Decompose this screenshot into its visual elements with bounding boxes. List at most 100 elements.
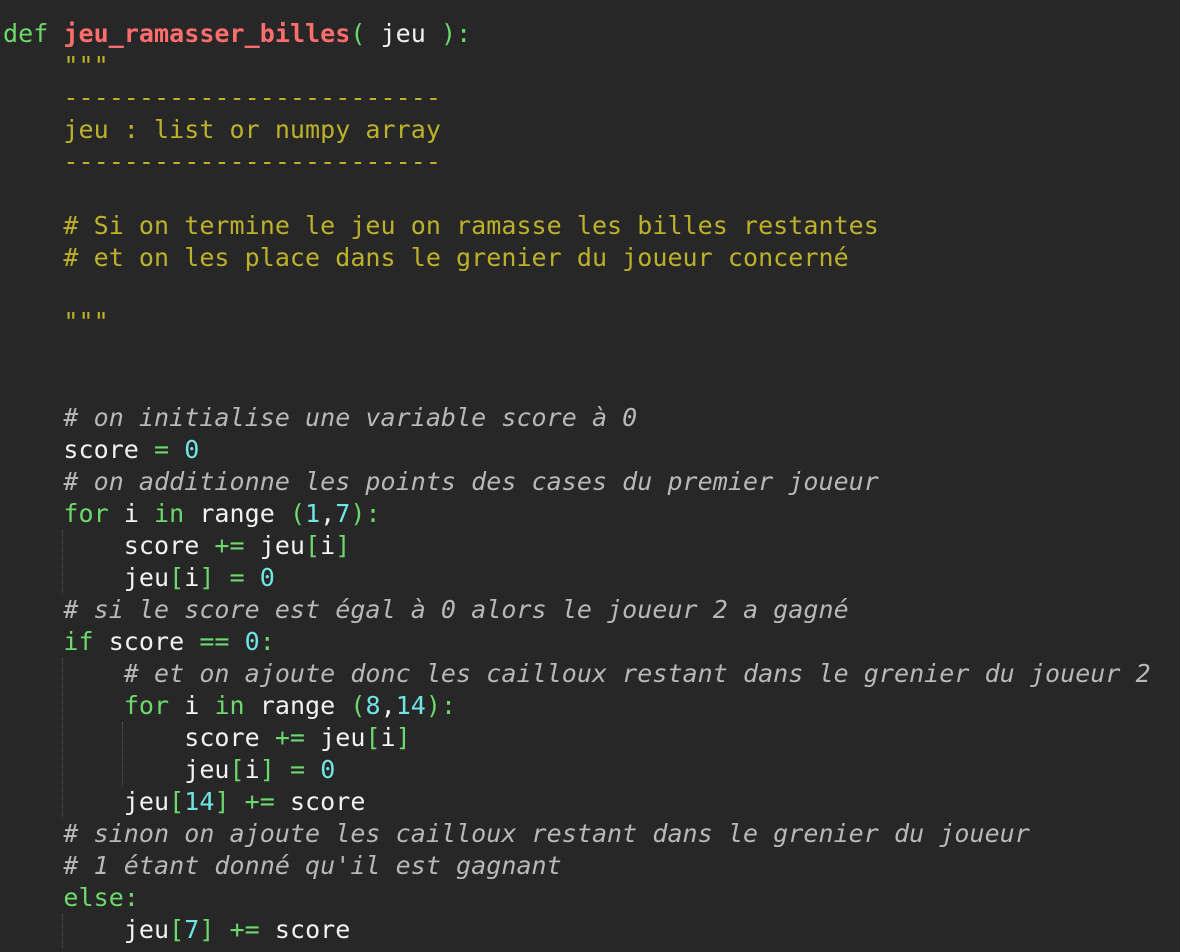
code-line[interactable]: # si le score est égal à 0 alors le joue… [3, 594, 849, 626]
code-token-bracket: ] [259, 755, 275, 784]
code-token-text: range [244, 691, 351, 720]
code-token-bracket: [ [365, 723, 381, 752]
code-token-number: 0 [184, 435, 200, 464]
code-token-keyword: = [154, 435, 170, 464]
code-token-bracket: [ [169, 915, 185, 944]
code-line[interactable]: # on initialise une variable score à 0 [3, 402, 637, 434]
code-token-text: , [320, 499, 336, 528]
code-line[interactable]: # 1 étant donné qu'il est gagnant [3, 850, 562, 882]
code-token-number: 14 [395, 691, 426, 720]
code-token-keyword: = [229, 563, 245, 592]
code-token-bracket: [ [305, 531, 321, 560]
code-token-text: i [169, 691, 215, 720]
code-line[interactable]: jeu[i] = 0 [3, 562, 275, 594]
code-token-number: 7 [184, 915, 200, 944]
code-token-keyword: for [123, 691, 170, 720]
code-token-text: score [3, 723, 275, 752]
code-token-text: jeu [3, 787, 170, 816]
code-token-number: 1 [305, 499, 321, 528]
code-line[interactable]: jeu[7] += score [3, 914, 351, 946]
code-token-bracket: ): [425, 691, 457, 720]
code-line[interactable]: # et on les place dans le grenier du jou… [3, 242, 849, 274]
code-token-docstring: ------------------------- [3, 83, 441, 112]
code-line[interactable]: score += jeu[i] [3, 530, 351, 562]
code-token-text: jeu [3, 915, 170, 944]
code-token-text: jeu [3, 563, 170, 592]
code-line[interactable]: ------------------------- [3, 82, 441, 114]
indent-guide [62, 658, 63, 818]
code-token-bracket: [ [229, 755, 245, 784]
code-token-bracket: : [259, 627, 275, 656]
code-token-bracket: ] [335, 531, 351, 560]
code-token-comment: # on additionne les points des cases du … [3, 467, 879, 496]
code-token-keyword: += [274, 723, 306, 752]
code-line[interactable]: # et on ajoute donc les cailloux restant… [3, 658, 1151, 690]
code-token-number: 0 [259, 563, 275, 592]
code-token-bracket: ( [350, 19, 366, 48]
code-token-bracket: ( [350, 691, 366, 720]
code-line[interactable]: """ [3, 50, 109, 82]
code-token-bracket: ): [350, 499, 381, 528]
code-token-text: score [3, 435, 155, 464]
code-token-text: jeu [3, 755, 230, 784]
code-token-bracket: : [123, 883, 139, 912]
code-token-keyword: == [199, 627, 230, 656]
code-line[interactable]: """ [3, 306, 109, 338]
code-line[interactable]: for i in range (1,7): [3, 498, 381, 530]
code-line[interactable]: # Si on termine le jeu on ramasse les bi… [3, 210, 879, 242]
code-line[interactable]: ------------------------- [3, 146, 441, 178]
code-token-keyword: else [63, 883, 124, 912]
code-token-docstring: # et on les place dans le grenier du jou… [3, 243, 849, 272]
code-token-docstring: jeu : list or numpy array [3, 115, 441, 144]
code-line[interactable]: score += jeu[i] [3, 722, 411, 754]
code-line[interactable]: else: [3, 882, 139, 914]
code-token-text: score [3, 531, 215, 560]
code-token-text: range [184, 499, 290, 528]
code-line[interactable]: jeu : list or numpy array [3, 114, 441, 146]
code-line[interactable]: def jeu_ramasser_billes( jeu ): [3, 18, 471, 50]
code-line[interactable]: # on additionne les points des cases du … [3, 466, 879, 498]
code-editor[interactable]: def jeu_ramasser_billes( jeu ): """ ----… [0, 0, 1180, 952]
indent-guide [62, 530, 63, 594]
code-token-keyword: in [154, 499, 185, 528]
code-token-text: score [259, 915, 351, 944]
code-line[interactable]: if score == 0: [3, 626, 275, 658]
code-token-keyword: if [63, 627, 94, 656]
code-token-function-name: jeu_ramasser_billes [63, 19, 351, 48]
code-token-comment: # si le score est égal à 0 alors le joue… [3, 595, 849, 624]
code-token-text: score [274, 787, 366, 816]
code-line[interactable]: for i in range (8,14): [3, 690, 456, 722]
code-line[interactable]: # sinon on ajoute les cailloux restant d… [3, 818, 1030, 850]
code-token-comment: # on initialise une variable score à 0 [3, 403, 638, 432]
code-token-text: , [380, 691, 396, 720]
code-token-bracket: ] [214, 787, 230, 816]
code-token-keyword: += [229, 915, 260, 944]
indent-guide [122, 722, 123, 786]
code-token-number: 0 [320, 755, 336, 784]
code-token-docstring: """ [3, 307, 109, 336]
code-token-bracket: [ [169, 787, 185, 816]
code-token-bracket: ] [395, 723, 411, 752]
code-token-text: i [320, 531, 336, 560]
code-line[interactable]: jeu[14] += score [3, 786, 366, 818]
code-token-comment: # et on ajoute donc les cailloux restant… [3, 659, 1151, 688]
code-token-docstring: """ [3, 51, 109, 80]
code-token-bracket: ): [440, 19, 472, 48]
code-token-docstring: # Si on termine le jeu on ramasse les bi… [3, 211, 879, 240]
code-token-number: 0 [244, 627, 260, 656]
code-token-text: jeu [365, 19, 441, 48]
code-line[interactable]: score = 0 [3, 434, 199, 466]
code-token-text: score [93, 627, 200, 656]
code-token-text: i [184, 563, 200, 592]
code-line[interactable]: jeu[i] = 0 [3, 754, 335, 786]
